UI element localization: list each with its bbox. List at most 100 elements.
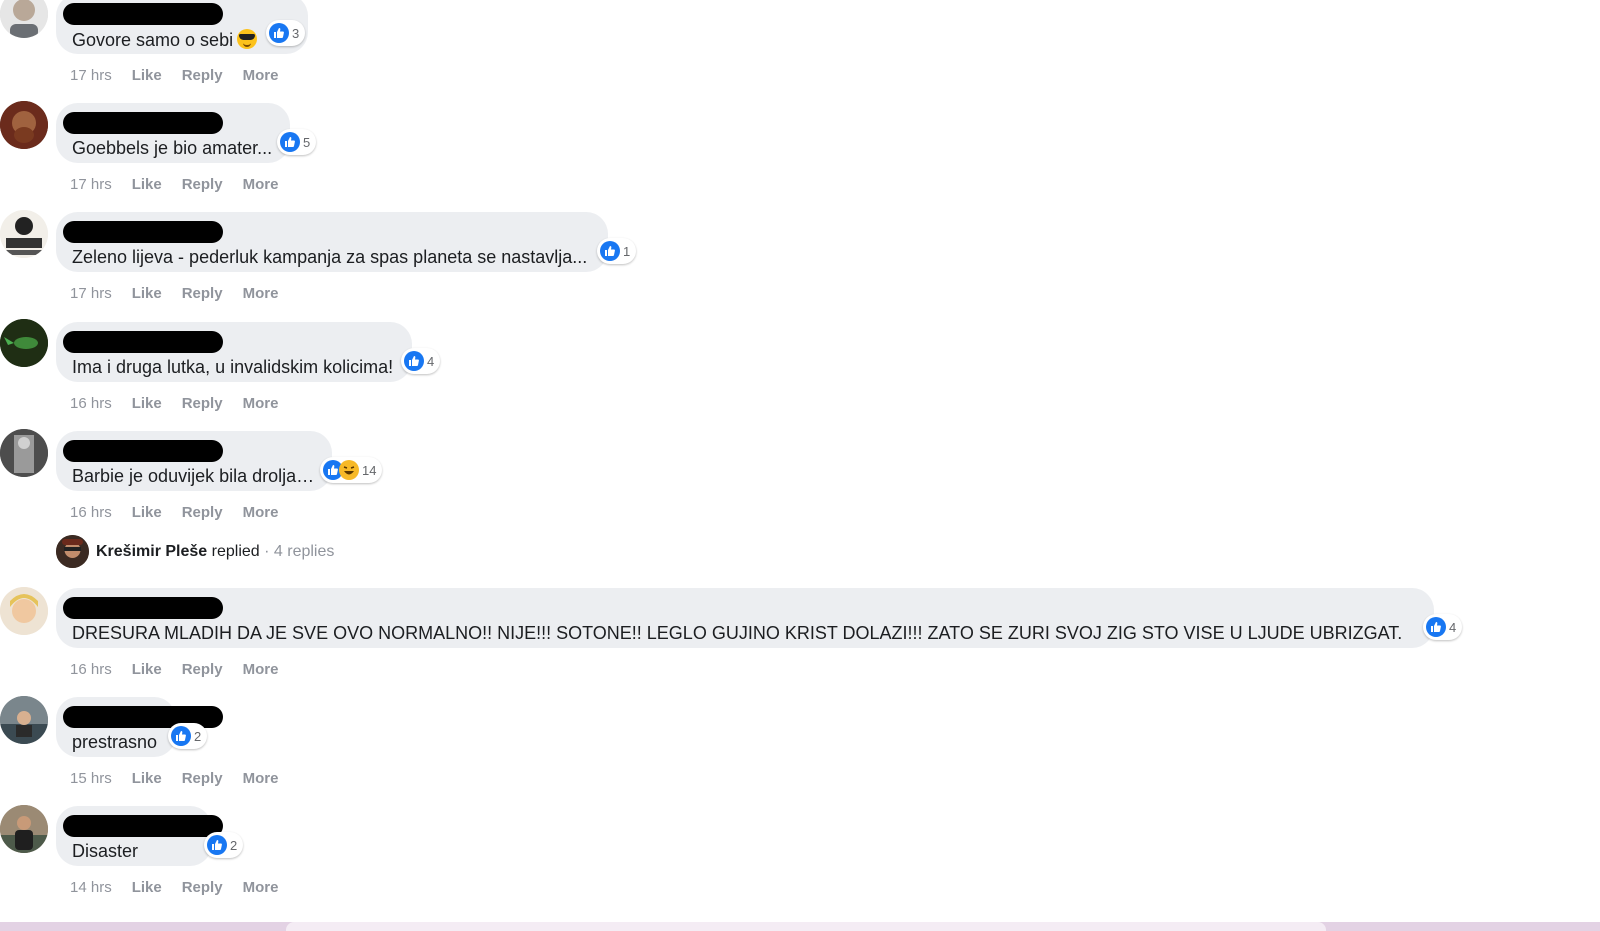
comment-text: prestrasno (72, 732, 158, 752)
redacted-name (63, 112, 223, 134)
comment-actions: 17 hrs Like Reply More (70, 176, 298, 193)
redacted-name (63, 3, 223, 25)
comment-time[interactable]: 16 hrs (70, 661, 112, 678)
comment-actions: 17 hrs Like Reply More (70, 67, 298, 84)
replier-name[interactable]: Krešimir Pleše (96, 543, 207, 560)
comment-text: Barbie je oduvijek bila drolja… (72, 466, 315, 486)
haha-icon (339, 460, 359, 480)
like-link[interactable]: Like (132, 67, 162, 84)
reply-link[interactable]: Reply (182, 879, 223, 896)
avatar[interactable] (0, 587, 48, 635)
reaction-count[interactable]: 1 (597, 238, 637, 264)
bottom-panel-edge (286, 922, 1326, 931)
like-link[interactable]: Like (132, 661, 162, 678)
comment-text: Govore samo o sebi (72, 30, 234, 50)
avatar[interactable] (0, 210, 48, 258)
comment-text: Zeleno lijeva - pederluk kampanja za spa… (72, 247, 588, 267)
redacted-name (63, 440, 223, 462)
like-link[interactable]: Like (132, 285, 162, 302)
like-icon (280, 132, 300, 152)
avatar[interactable] (0, 696, 48, 744)
more-link[interactable]: More (243, 67, 279, 84)
comment-bubble: DRESURA MLADIH DA JE SVE OVO NORMALNO!! … (56, 588, 1463, 648)
comment-text: Goebbels je bio amater... (72, 138, 273, 158)
reply-link[interactable]: Reply (182, 770, 223, 787)
more-link[interactable]: More (243, 285, 279, 302)
reply-link[interactable]: Reply (182, 504, 223, 521)
comment-time[interactable]: 16 hrs (70, 504, 112, 521)
comment-actions: 16 hrs Like Reply More (70, 395, 298, 412)
replied-label: replied (211, 543, 260, 560)
reply-link[interactable]: Reply (182, 67, 223, 84)
reaction-number: 2 (230, 837, 238, 853)
redacted-name (63, 331, 223, 353)
comment-time[interactable]: 17 hrs (70, 285, 112, 302)
window-bottom-edge (0, 922, 1600, 931)
comment-actions: 14 hrs Like Reply More (70, 879, 298, 896)
like-icon (207, 835, 227, 855)
like-icon (1426, 617, 1446, 637)
like-link[interactable]: Like (132, 770, 162, 787)
comment-bubble: Ima i druga lutka, u invalidskim kolicim… (56, 322, 441, 382)
like-icon (171, 726, 191, 746)
reply-count: · 4 replies (264, 543, 335, 560)
more-link[interactable]: More (243, 395, 279, 412)
more-link[interactable]: More (243, 661, 279, 678)
comment-bubble: Barbie je oduvijek bila drolja… 14 (56, 431, 383, 491)
comment-text: DRESURA MLADIH DA JE SVE OVO NORMALNO!! … (72, 623, 1403, 643)
reaction-count[interactable]: 4 (1423, 614, 1463, 640)
reply-link[interactable]: Reply (182, 176, 223, 193)
reply-link[interactable]: Reply (182, 285, 223, 302)
comment-time[interactable]: 15 hrs (70, 770, 112, 787)
reaction-count[interactable]: 4 (401, 348, 441, 374)
comment-time[interactable]: 14 hrs (70, 879, 112, 896)
comment-actions: 15 hrs Like Reply More (70, 770, 298, 787)
reaction-count[interactable]: 14 (320, 457, 383, 483)
avatar (56, 535, 89, 568)
avatar[interactable] (0, 101, 48, 149)
like-link[interactable]: Like (132, 879, 162, 896)
reaction-number: 2 (194, 728, 202, 744)
reply-link[interactable]: Reply (182, 395, 223, 412)
comment-bubble: Goebbels je bio amater... 5 (56, 103, 317, 163)
comment-bubble: Govore samo o sebi 3 (56, 0, 308, 54)
redacted-name (63, 221, 223, 243)
more-link[interactable]: More (243, 770, 279, 787)
reaction-number: 4 (1449, 619, 1457, 635)
comment-bubble: Zeleno lijeva - pederluk kampanja za spa… (56, 212, 637, 272)
sunglasses-emoji (237, 29, 258, 49)
reaction-number: 3 (292, 25, 300, 41)
more-link[interactable]: More (243, 879, 279, 896)
reply-link[interactable]: Reply (182, 661, 223, 678)
more-link[interactable]: More (243, 176, 279, 193)
reaction-number: 4 (427, 353, 435, 369)
reaction-number: 1 (623, 243, 631, 259)
like-icon (269, 23, 289, 43)
comment-bubble: prestrasno 2 (56, 697, 223, 757)
like-link[interactable]: Like (132, 176, 162, 193)
comment-actions: 16 hrs Like Reply More (70, 661, 298, 678)
like-icon (600, 241, 620, 261)
like-link[interactable]: Like (132, 395, 162, 412)
more-link[interactable]: More (243, 504, 279, 521)
reaction-count[interactable]: 3 (266, 20, 306, 46)
comment-actions: 17 hrs Like Reply More (70, 285, 298, 302)
redacted-name (63, 815, 223, 837)
like-link[interactable]: Like (132, 504, 162, 521)
avatar[interactable] (0, 319, 48, 367)
reaction-count[interactable]: 2 (168, 723, 208, 749)
comment-time[interactable]: 16 hrs (70, 395, 112, 412)
comment-time[interactable]: 17 hrs (70, 67, 112, 84)
reaction-count[interactable]: 2 (204, 832, 244, 858)
redacted-name (63, 597, 223, 619)
reaction-number: 14 (362, 462, 377, 478)
reaction-number: 5 (303, 134, 311, 150)
avatar[interactable] (0, 0, 48, 38)
comment-actions: 16 hrs Like Reply More (70, 504, 298, 521)
like-icon (404, 351, 424, 371)
reaction-count[interactable]: 5 (277, 129, 317, 155)
avatar[interactable] (0, 429, 48, 477)
avatar[interactable] (0, 805, 48, 853)
comment-text: Disaster (72, 841, 139, 861)
comment-time[interactable]: 17 hrs (70, 176, 112, 193)
